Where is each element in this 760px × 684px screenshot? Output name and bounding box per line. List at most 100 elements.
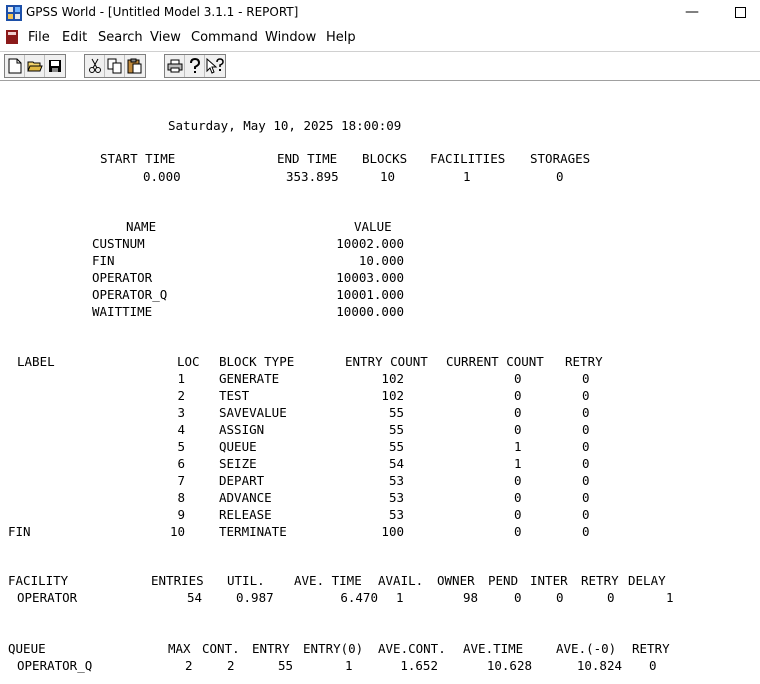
report-pane[interactable]: Saturday, May 10, 2025 18:00:09 START TI… <box>0 82 760 684</box>
block-type: ADVANCE <box>219 490 272 505</box>
block-label: FIN <box>8 524 31 539</box>
name-row-name: FIN <box>92 253 115 268</box>
print-icon <box>167 59 182 73</box>
block-retry: 0 <box>582 439 590 454</box>
blocks-header-entry-count: ENTRY COUNT <box>345 354 428 369</box>
block-retry: 0 <box>582 473 590 488</box>
facility-header-inter: INTER <box>530 573 568 588</box>
block-current-count: 0 <box>514 405 522 420</box>
block-retry: 0 <box>582 371 590 386</box>
block-current-count: 0 <box>514 422 522 437</box>
block-entry-count: 55 <box>388 439 404 454</box>
summary-header-storages: STORAGES <box>530 151 591 166</box>
summary-storages: 0 <box>556 169 564 184</box>
help-button[interactable] <box>185 55 205 77</box>
summary-start-time: 0.000 <box>143 169 181 184</box>
block-retry: 0 <box>582 507 590 522</box>
block-type: SAVEVALUE <box>219 405 287 420</box>
queue-retry: 0 <box>649 658 657 673</box>
facility-pend: 0 <box>514 590 522 605</box>
block-retry: 0 <box>582 422 590 437</box>
name-row-value: 10003.000 <box>336 270 404 285</box>
menu-help[interactable]: Help <box>326 30 356 45</box>
cut-icon <box>88 58 101 73</box>
save-icon <box>49 60 61 72</box>
block-entry-count: 102 <box>381 388 404 403</box>
summary-header-end-time: END TIME <box>277 151 338 166</box>
block-type: DEPART <box>219 473 265 488</box>
queue-ave-0: 10.824 <box>576 658 622 673</box>
maximize-button[interactable] <box>720 2 760 22</box>
menu-bar: File Edit Search View Command Window Hel… <box>0 27 760 49</box>
copy-button[interactable] <box>105 55 125 77</box>
queue-header-queue: QUEUE <box>8 641 46 656</box>
block-entry-count: 100 <box>381 524 404 539</box>
block-loc: 10 <box>169 524 185 539</box>
summary-end-time: 353.895 <box>286 169 339 184</box>
queue-header-retry: RETRY <box>632 641 670 656</box>
block-retry: 0 <box>582 524 590 539</box>
block-current-count: 0 <box>514 490 522 505</box>
facility-header-avail: AVAIL. <box>378 573 424 588</box>
menu-view[interactable]: View <box>150 30 181 45</box>
open-icon <box>26 61 43 72</box>
paste-button[interactable] <box>125 55 145 77</box>
block-entry-count: 55 <box>388 422 404 437</box>
menu-edit[interactable]: Edit <box>62 30 87 45</box>
document-icon[interactable] <box>6 30 18 44</box>
maximize-icon <box>734 6 746 18</box>
block-loc: 1 <box>177 371 185 386</box>
block-type: TEST <box>219 388 250 403</box>
facility-delay: 1 <box>666 590 674 605</box>
new-icon <box>8 58 21 74</box>
context-help-button[interactable] <box>205 55 225 77</box>
block-entry-count: 53 <box>388 473 404 488</box>
menu-file[interactable]: File <box>28 30 50 45</box>
gpss-app-icon[interactable] <box>6 5 22 21</box>
summary-header-blocks: BLOCKS <box>362 151 408 166</box>
block-loc: 3 <box>177 405 185 420</box>
summary-facilities: 1 <box>463 169 471 184</box>
summary-blocks: 10 <box>380 169 396 184</box>
help-icon <box>189 58 200 73</box>
names-header-value: VALUE <box>354 219 392 234</box>
facility-header-owner: OWNER <box>437 573 475 588</box>
queue-name: OPERATOR_Q <box>17 658 93 673</box>
blocks-header-current-count: CURRENT COUNT <box>446 354 544 369</box>
block-current-count: 0 <box>514 388 522 403</box>
print-button[interactable] <box>165 55 185 77</box>
menu-window[interactable]: Window <box>265 30 316 45</box>
save-button[interactable] <box>45 55 65 77</box>
name-row-name: WAITTIME <box>92 304 153 319</box>
open-button[interactable] <box>25 55 45 77</box>
toolbar-file-group <box>4 54 66 78</box>
report-date: Saturday, May 10, 2025 18:00:09 <box>168 118 402 133</box>
facility-header-delay: DELAY <box>628 573 666 588</box>
queue-header-max: MAX <box>168 641 191 656</box>
block-type: ASSIGN <box>219 422 265 437</box>
name-row-name: CUSTNUM <box>92 236 145 251</box>
block-type: QUEUE <box>219 439 257 454</box>
menu-command[interactable]: Command <box>191 30 258 45</box>
toolbar-help-group <box>164 54 226 78</box>
queue-header-ave-time: AVE.TIME <box>463 641 524 656</box>
new-button[interactable] <box>5 55 25 77</box>
queue-max: 2 <box>185 658 193 673</box>
block-current-count: 1 <box>514 439 522 454</box>
queue-header-entry: ENTRY <box>252 641 290 656</box>
menu-search[interactable]: Search <box>98 30 143 45</box>
names-header-name: NAME <box>126 219 157 234</box>
blocks-header-loc: LOC <box>177 354 200 369</box>
block-entry-count: 102 <box>381 371 404 386</box>
block-loc: 9 <box>177 507 185 522</box>
cut-button[interactable] <box>85 55 105 77</box>
queue-header-ave-0: AVE.(-0) <box>556 641 617 656</box>
block-entry-count: 53 <box>388 507 404 522</box>
minimize-button[interactable]: — <box>672 2 712 22</box>
facility-header-entries: ENTRIES <box>151 573 204 588</box>
facility-header-pend: PEND <box>488 573 519 588</box>
name-row-name: OPERATOR_Q <box>92 287 168 302</box>
facility-entries: 54 <box>186 590 202 605</box>
block-current-count: 0 <box>514 473 522 488</box>
summary-header-facilities: FACILITIES <box>430 151 506 166</box>
